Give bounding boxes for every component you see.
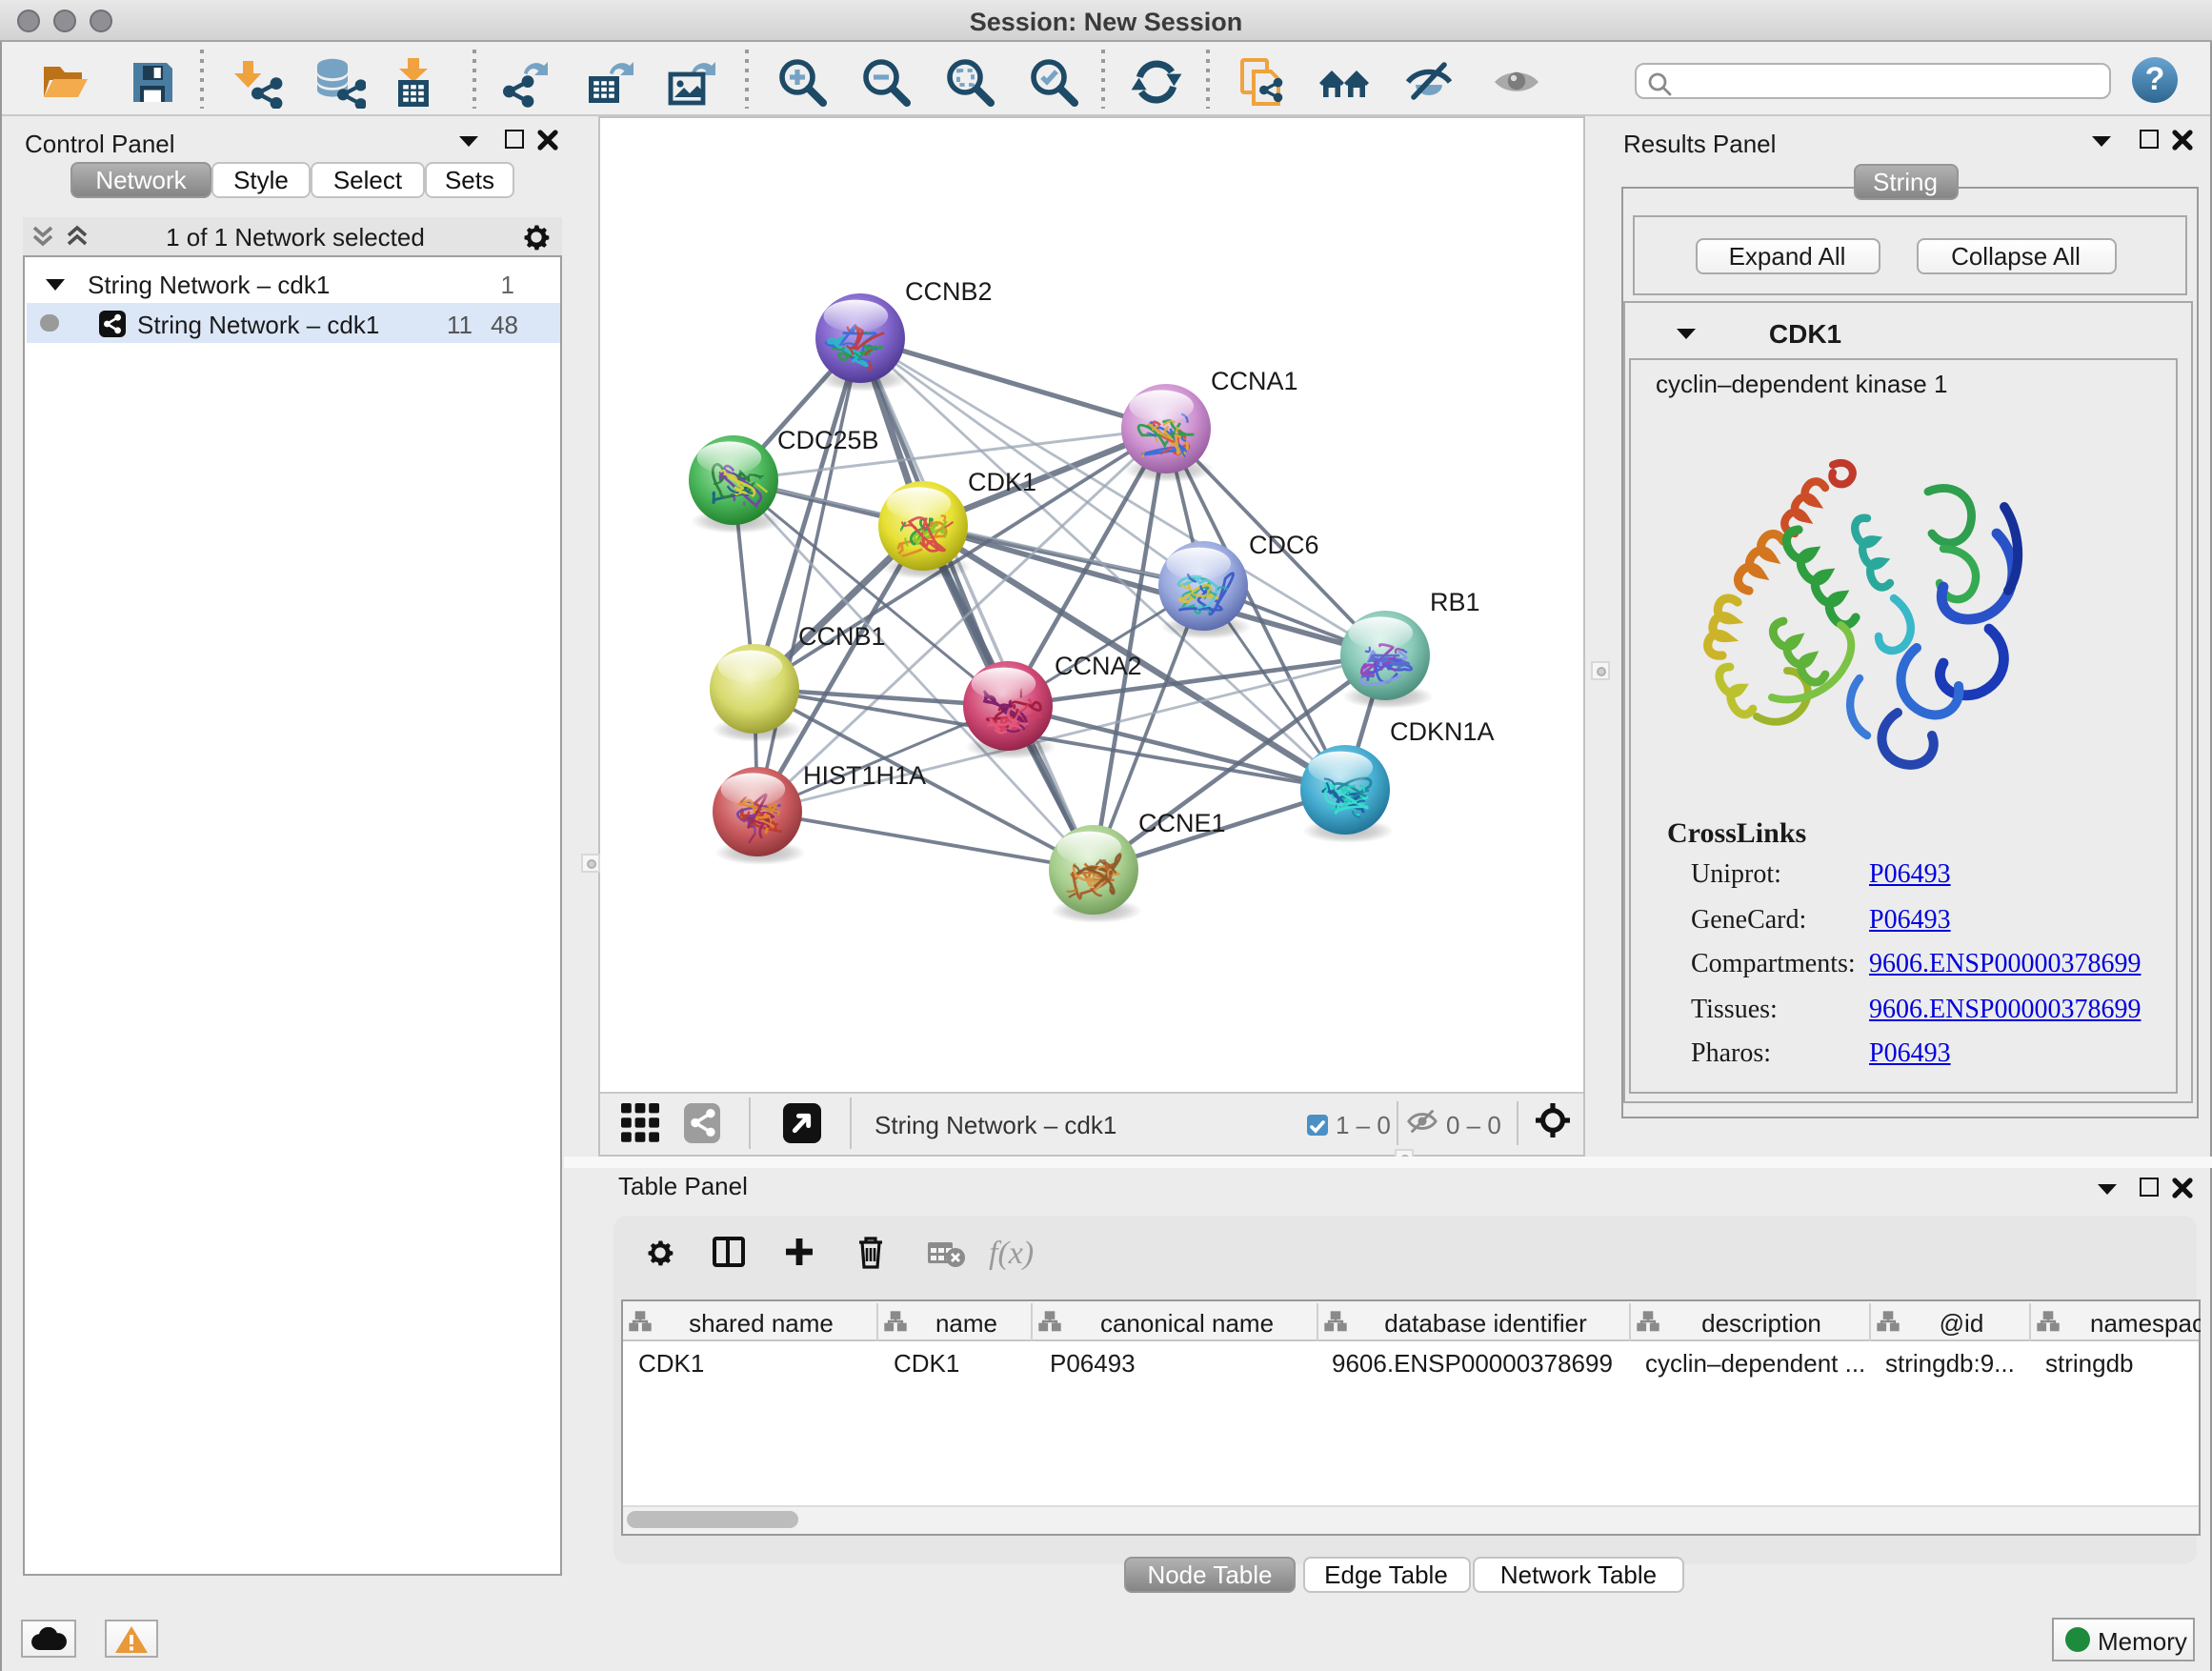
svg-text:CCNE1: CCNE1 <box>1138 809 1226 837</box>
svg-text:CDKN1A: CDKN1A <box>1390 717 1495 746</box>
svg-text:CCNA1: CCNA1 <box>1211 367 1298 395</box>
svg-text:CCNB1: CCNB1 <box>798 622 886 651</box>
svg-text:RB1: RB1 <box>1430 588 1480 616</box>
svg-text:CDC6: CDC6 <box>1249 531 1319 559</box>
svg-text:CDK1: CDK1 <box>968 468 1036 496</box>
svg-text:CCNA2: CCNA2 <box>1055 652 1142 680</box>
svg-text:CDC25B: CDC25B <box>777 426 879 454</box>
svg-text:HIST1H1A: HIST1H1A <box>803 761 926 790</box>
svg-text:CCNB2: CCNB2 <box>905 277 993 306</box>
